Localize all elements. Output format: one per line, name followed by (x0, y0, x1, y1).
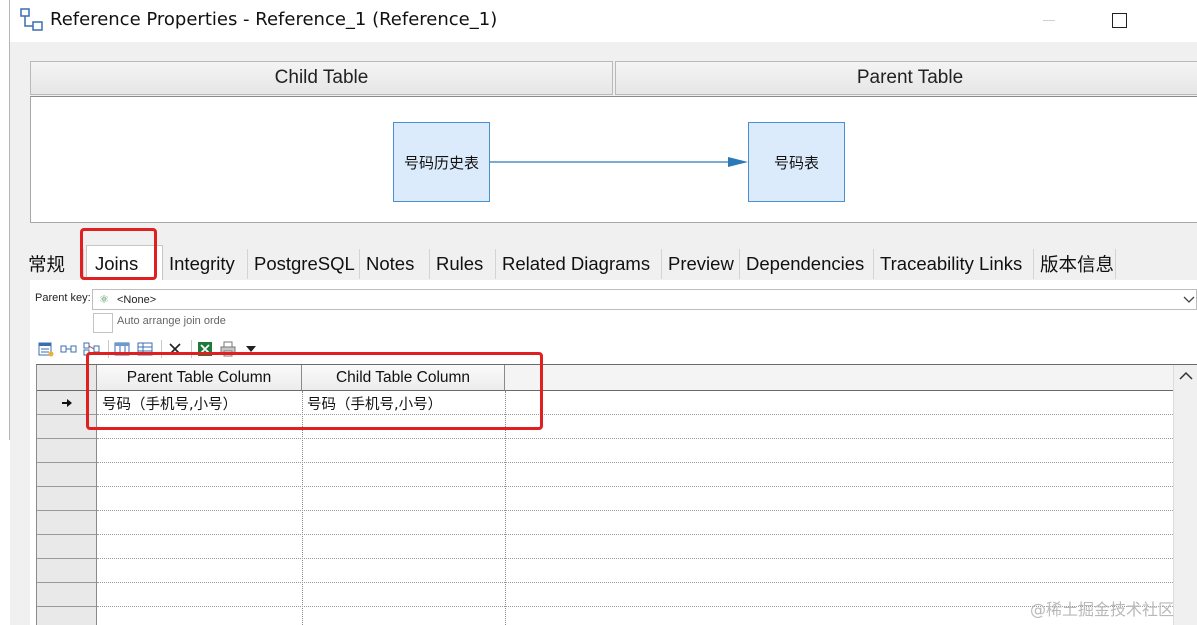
reference-diagram: 号码历史表 号码表 (30, 96, 1197, 223)
joins-toolbar (36, 338, 264, 360)
delete-icon[interactable] (165, 339, 185, 359)
tab-general[interactable]: 常规 (22, 249, 84, 279)
column-header-empty (505, 365, 1173, 391)
toolbar-separator (161, 340, 162, 358)
tab-integrity[interactable]: Integrity (163, 249, 248, 279)
table-row[interactable] (97, 607, 1173, 625)
table-row[interactable] (97, 439, 1173, 463)
table-row[interactable]: 号码（手机号,小号） 号码（手机号,小号） (97, 391, 1173, 415)
parent-key-value: <None> (117, 293, 157, 306)
tab-preview[interactable]: Preview (662, 249, 740, 279)
parent-table-symbol[interactable]: 号码表 (748, 122, 845, 202)
parent-table-header: Parent Table (615, 61, 1197, 95)
row-header[interactable] (37, 487, 97, 511)
tab-rules[interactable]: Rules (430, 249, 496, 279)
tab-traceability-links[interactable]: Traceability Links (874, 249, 1034, 279)
toolbar-separator (108, 340, 109, 358)
table-row[interactable] (97, 463, 1173, 487)
key-icon: ⚛ (99, 294, 109, 306)
row-header[interactable] (37, 583, 97, 607)
properties-icon[interactable] (36, 339, 56, 359)
dropdown-arrow-icon[interactable] (241, 339, 261, 359)
tab-joins[interactable]: Joins (86, 245, 163, 281)
joins-grid: Parent Table Column Child Table Column 号… (36, 364, 1197, 625)
table-row[interactable] (97, 511, 1173, 535)
parent-key-label: Parent key: (35, 292, 91, 304)
tab-notes[interactable]: Notes (360, 249, 430, 279)
row-header[interactable] (37, 607, 97, 625)
tab-postgresql[interactable]: PostgreSQL (248, 249, 360, 279)
table-row[interactable] (97, 415, 1173, 439)
parent-column-cell[interactable]: 号码（手机号,小号） (97, 391, 302, 415)
title-bar: Reference Properties - Reference_1 (Refe… (10, 0, 1197, 42)
add-columns-icon[interactable] (112, 339, 132, 359)
row-header[interactable] (37, 415, 97, 439)
auto-arrange-label: Auto arrange join orde (117, 315, 226, 327)
vertical-scrollbar[interactable] (1173, 365, 1197, 625)
child-column-cell[interactable]: 号码（手机号,小号） (302, 391, 505, 415)
dialog-content: Child Table Parent Table 号码历史表 号码表 常规 In… (10, 42, 1197, 625)
row-header[interactable] (37, 511, 97, 535)
toolbar-separator (191, 340, 192, 358)
watermark: @稀土掘金技术社区 (1030, 600, 1175, 619)
table-row[interactable] (97, 487, 1173, 511)
row-header[interactable] (37, 463, 97, 487)
reference-icon (20, 8, 44, 32)
minimize-button[interactable] (1026, 0, 1072, 40)
excel-export-icon[interactable] (195, 339, 215, 359)
table-row[interactable] (97, 559, 1173, 583)
joins-tab-page: Parent key: ⚛ <None> Auto arrange join o… (30, 280, 1197, 625)
column-header-child[interactable]: Child Table Column (302, 365, 505, 391)
maximize-icon (1111, 12, 1127, 28)
child-table-symbol[interactable]: 号码历史表 (393, 122, 490, 202)
minimize-icon (1043, 19, 1055, 21)
current-row-arrow-icon (61, 398, 72, 407)
reference-link-arrow (490, 157, 748, 167)
maximize-button[interactable] (1096, 0, 1142, 40)
row-header[interactable] (37, 559, 97, 583)
chevron-down-icon (1183, 296, 1195, 303)
child-table-header: Child Table (30, 61, 613, 95)
insert-row-icon[interactable] (82, 339, 102, 359)
window-title: Reference Properties - Reference_1 (Refe… (50, 9, 498, 30)
column-header-parent[interactable]: Parent Table Column (97, 365, 302, 391)
tab-version-info[interactable]: 版本信息 (1034, 249, 1116, 279)
property-tabs: 常规 Integrity PostgreSQL Notes Rules Rela… (22, 245, 1197, 281)
scroll-up-icon[interactable] (1178, 369, 1194, 383)
table-row[interactable] (97, 535, 1173, 559)
grid-corner (37, 365, 97, 391)
row-header-current[interactable] (37, 391, 97, 415)
tab-related-diagrams[interactable]: Related Diagrams (496, 249, 662, 279)
table-row[interactable] (97, 583, 1173, 607)
print-icon[interactable] (218, 339, 238, 359)
tab-dependencies[interactable]: Dependencies (740, 249, 874, 279)
parent-key-select[interactable]: ⚛ <None> (92, 289, 1197, 310)
add-row-icon[interactable] (59, 339, 79, 359)
auto-arrange-checkbox[interactable] (93, 313, 113, 333)
grid-icon[interactable] (135, 339, 155, 359)
row-header[interactable] (37, 439, 97, 463)
row-header[interactable] (37, 535, 97, 559)
